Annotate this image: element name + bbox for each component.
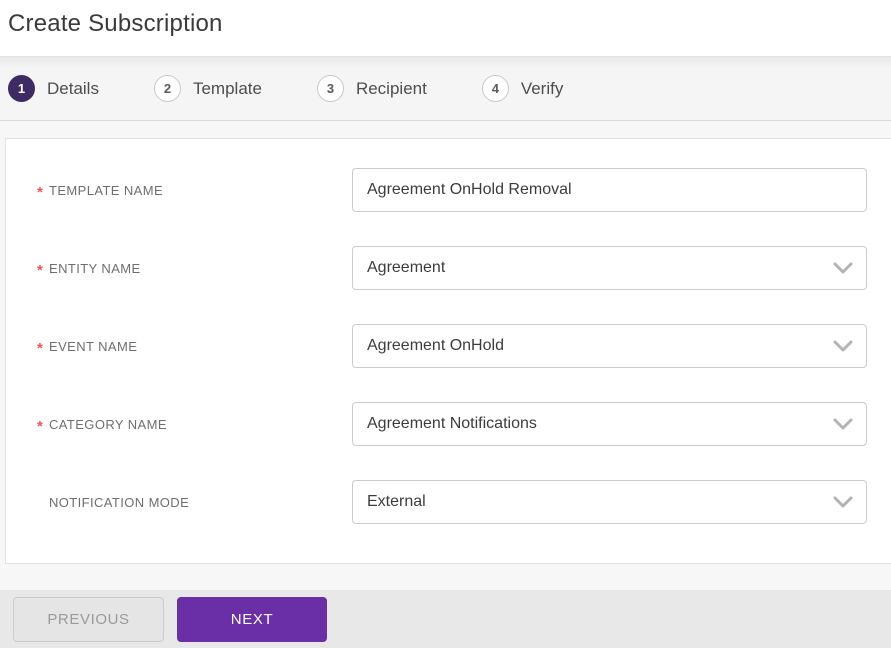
field-label: EVENT NAME <box>49 338 138 354</box>
field-label-cell: * EVENT NAME <box>37 337 352 356</box>
entity-name-dropdown[interactable]: Agreement <box>352 246 867 290</box>
chevron-down-icon <box>832 417 854 431</box>
chevron-down-icon <box>832 339 854 353</box>
field-row-event-name: * EVENT NAME Agreement OnHold <box>6 324 891 368</box>
step-number-badge: 2 <box>153 75 181 102</box>
required-asterisk: * <box>37 417 43 435</box>
create-subscription-page: Create Subscription 1 Details 2 Template… <box>0 0 891 648</box>
field-label-cell: * TEMPLATE NAME <box>37 181 352 200</box>
notification-mode-dropdown[interactable]: External <box>352 480 867 524</box>
step-label: Recipient <box>355 78 427 98</box>
step-number-badge: 1 <box>8 75 35 102</box>
content-area: * TEMPLATE NAME * ENTITY NAME Agreement … <box>0 121 891 648</box>
field-label-cell: * ENTITY NAME <box>37 259 352 278</box>
required-asterisk: * <box>37 183 43 201</box>
form: * TEMPLATE NAME * ENTITY NAME Agreement … <box>6 168 891 524</box>
event-name-dropdown[interactable]: Agreement OnHold <box>352 324 867 368</box>
stepper-step-template[interactable]: 2 Template <box>153 75 262 102</box>
field-row-category-name: * CATEGORY NAME Agreement Notifications <box>6 402 891 446</box>
footer-bar: PREVIOUS NEXT <box>0 590 891 648</box>
field-label: ENTITY NAME <box>49 260 141 276</box>
required-asterisk: * <box>37 261 43 279</box>
step-number-badge: 3 <box>316 75 344 102</box>
next-button[interactable]: NEXT <box>177 596 327 642</box>
template-name-input[interactable] <box>352 168 867 212</box>
step-number-badge: 4 <box>481 75 509 102</box>
step-label: Template <box>192 78 262 98</box>
field-row-entity-name: * ENTITY NAME Agreement <box>6 246 891 290</box>
field-label-cell: NOTIFICATION MODE <box>37 495 352 510</box>
required-asterisk: * <box>37 339 43 357</box>
required-asterisk <box>37 500 49 504</box>
chevron-down-icon <box>832 495 854 509</box>
field-row-template-name: * TEMPLATE NAME <box>6 168 891 212</box>
step-label: Verify <box>520 78 564 98</box>
details-form-panel: * TEMPLATE NAME * ENTITY NAME Agreement … <box>5 138 891 564</box>
field-row-notification-mode: NOTIFICATION MODE External <box>6 480 891 524</box>
dropdown-selected-value: Agreement <box>367 259 446 276</box>
field-label-cell: * CATEGORY NAME <box>37 415 352 434</box>
stepper-step-details[interactable]: 1 Details <box>8 75 99 102</box>
stepper-step-verify[interactable]: 4 Verify <box>481 75 564 102</box>
dropdown-selected-value: Agreement OnHold <box>367 337 504 354</box>
dropdown-selected-value: External <box>367 493 426 510</box>
chevron-down-icon <box>832 261 854 275</box>
dropdown-selected-value: Agreement Notifications <box>367 415 537 432</box>
page-header: Create Subscription <box>0 0 891 57</box>
category-name-dropdown[interactable]: Agreement Notifications <box>352 402 867 446</box>
previous-button[interactable]: PREVIOUS <box>13 596 164 642</box>
field-label: CATEGORY NAME <box>49 416 167 432</box>
field-label: NOTIFICATION MODE <box>49 494 190 510</box>
step-label: Details <box>47 78 99 98</box>
stepper-step-recipient[interactable]: 3 Recipient <box>316 75 427 102</box>
page-title: Create Subscription <box>8 10 223 37</box>
field-label: TEMPLATE NAME <box>49 182 164 198</box>
stepper: 1 Details 2 Template 3 Recipient 4 Verif… <box>0 57 891 121</box>
